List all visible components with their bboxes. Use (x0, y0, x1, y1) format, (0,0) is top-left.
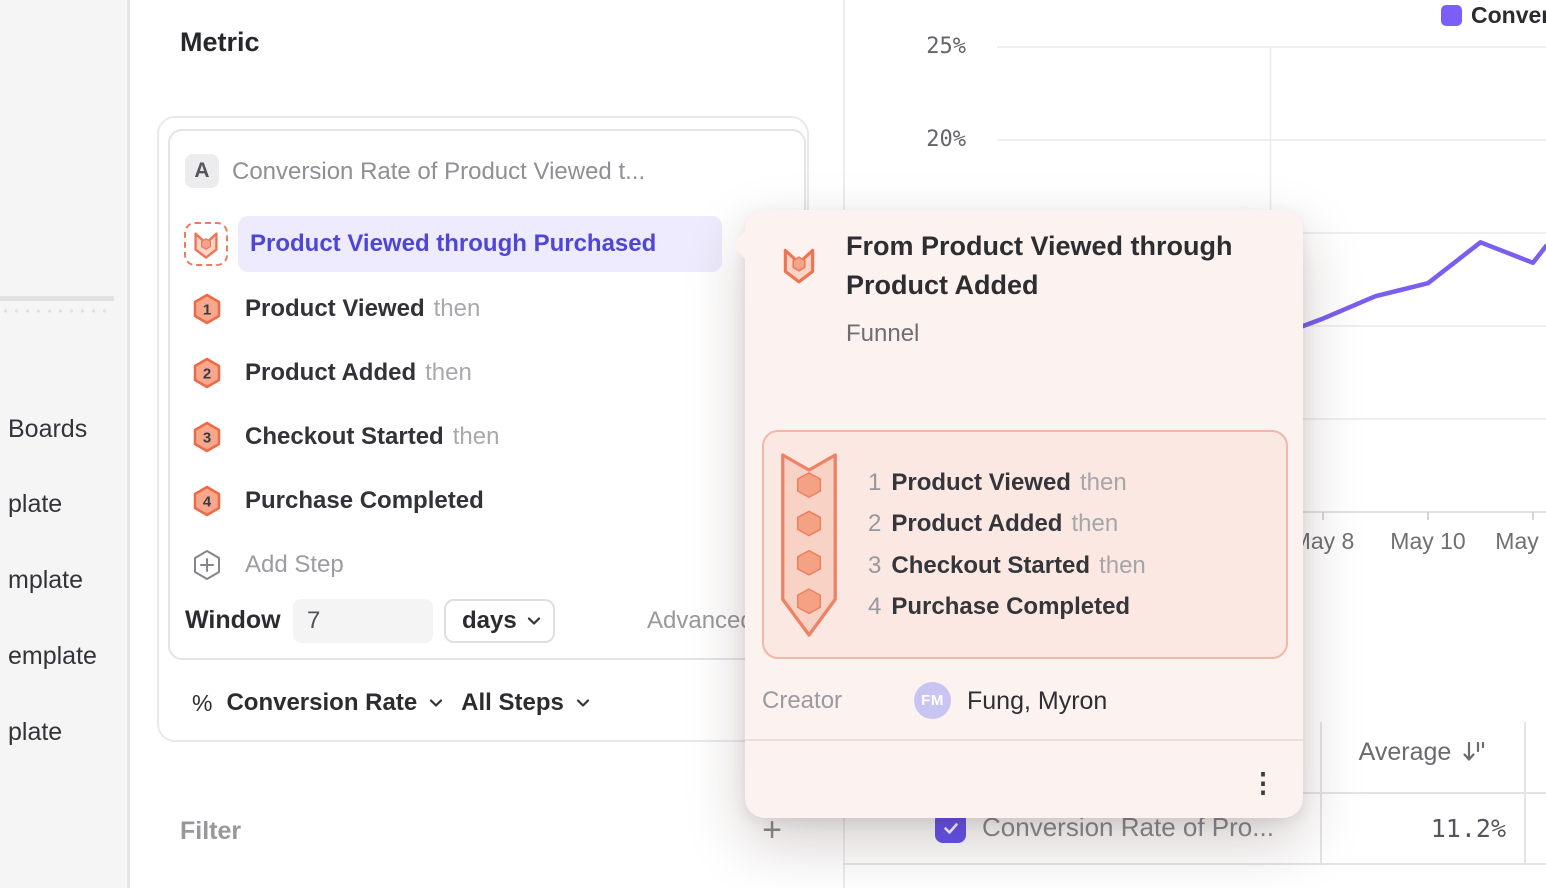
add-step-button[interactable]: Add Step (191, 549, 344, 581)
funnel-banner-icon (779, 445, 839, 650)
legend-swatch-icon (1441, 5, 1462, 26)
chevron-down-icon (429, 699, 443, 708)
sidebar-item-template-4[interactable]: plate (8, 718, 62, 747)
creator-name: Fung, Myron (967, 688, 1107, 714)
funnel-step-1[interactable]: 1 Product Viewedthen (191, 293, 480, 325)
funnel-step-4[interactable]: 4 Purchase Completed (191, 485, 484, 517)
funnel-step-2[interactable]: 2 Product Addedthen (191, 357, 472, 389)
y-axis-label-20: 20% (886, 126, 966, 154)
step-3-hexagon-icon: 3 (191, 421, 223, 453)
checkmark-icon (941, 818, 961, 838)
svg-text:3: 3 (203, 430, 211, 447)
popover-step-3: 3Checkout Startedthen (868, 551, 1146, 581)
add-step-hexagon-plus-icon (191, 549, 223, 581)
chevron-down-icon (527, 617, 541, 626)
step-2-hexagon-icon: 2 (191, 357, 223, 389)
svg-text:2: 2 (203, 366, 211, 383)
average-column-header[interactable]: Average (1330, 736, 1516, 768)
steps-scope-chevron[interactable] (576, 699, 590, 708)
funnel-shield-icon (190, 228, 222, 260)
sidebar-item-template-1[interactable]: plate (8, 490, 62, 519)
sidebar-divider (0, 296, 114, 301)
table-column-separator-left (1320, 722, 1322, 864)
app-root: { "sidebar": { "items": ["Boards", "plat… (0, 0, 1546, 888)
creator-label: Creator (762, 688, 842, 714)
chevron-down-icon (576, 699, 590, 708)
popover-type-label: Funnel (846, 320, 919, 348)
step-2-name: Product Addedthen (245, 359, 472, 387)
filter-section-heading: Filter (180, 817, 241, 846)
legend-series-label: Conver (1471, 2, 1546, 29)
percent-symbol: % (192, 690, 212, 717)
funnel-event-icon[interactable] (184, 222, 228, 266)
series-title[interactable]: Conversion Rate of Product Viewed t... (232, 157, 645, 187)
table-row-average-value: 11.2% (1380, 813, 1506, 844)
chart-legend[interactable]: Conver (1441, 2, 1546, 29)
x-axis-label: May 12 (1483, 527, 1546, 555)
average-header-label: Average (1359, 738, 1452, 767)
measurement-row: % Conversion Rate All Steps (192, 684, 608, 722)
measurement-chevron[interactable] (429, 699, 443, 708)
step-4-hexagon-icon: 4 (191, 485, 223, 517)
add-step-label: Add Step (245, 551, 344, 579)
window-label: Window (185, 606, 281, 635)
window-value-input[interactable] (293, 599, 433, 643)
steps-scope-dropdown[interactable]: All Steps (461, 689, 564, 717)
popover-step-2: 2Product Addedthen (868, 509, 1118, 539)
selected-event-label: Product Viewed through Purchased (250, 230, 656, 258)
popover-title: From Product Viewed through Product Adde… (846, 227, 1296, 305)
table-row-underline (843, 863, 1546, 865)
sidebar-item-template-2[interactable]: mplate (8, 566, 83, 595)
measurement-type-dropdown[interactable]: Conversion Rate (226, 689, 417, 717)
window-unit-value: days (462, 607, 517, 635)
popover-divider (745, 739, 1303, 741)
advanced-link[interactable]: Advanced (647, 607, 754, 635)
sidebar-item-boards[interactable]: Boards (8, 415, 87, 444)
step-4-name: Purchase Completed (245, 487, 484, 515)
sidebar-item-template-3[interactable]: emplate (8, 642, 97, 671)
left-sidebar: Boards plate mplate emplate plate (0, 0, 130, 888)
svg-text:1: 1 (203, 302, 211, 319)
series-badge: A (185, 154, 219, 188)
funnel-details-popover: From Product Viewed through Product Adde… (745, 210, 1303, 818)
popover-step-4: 4Purchase Completed (868, 592, 1130, 622)
selected-event-pill[interactable]: Product Viewed through Purchased (238, 216, 722, 272)
metric-card: A Conversion Rate of Product Viewed t...… (157, 116, 809, 742)
sidebar-dotted-texture (0, 306, 114, 316)
x-axis-label: May 10 (1378, 527, 1478, 555)
y-axis-label-25: 25% (886, 33, 966, 61)
funnel-steps-card: 1Product Viewedthen 2Product Addedthen 3… (762, 430, 1288, 659)
creator-avatar: FM (914, 682, 951, 719)
funnel-shield-icon (778, 243, 820, 290)
table-column-separator-right (1524, 722, 1526, 864)
funnel-definition-card: A Conversion Rate of Product Viewed t...… (168, 129, 806, 660)
step-1-name: Product Viewedthen (245, 295, 480, 323)
popover-step-1: 1Product Viewedthen (868, 468, 1127, 498)
svg-text:4: 4 (203, 494, 212, 511)
more-options-kebab-icon[interactable]: ⋮ (1243, 763, 1283, 803)
step-1-hexagon-icon: 1 (191, 293, 223, 325)
metric-section-heading: Metric (180, 27, 260, 58)
window-unit-select[interactable]: days (444, 599, 555, 643)
funnel-step-3[interactable]: 3 Checkout Startedthen (191, 421, 499, 453)
sort-descending-icon (1461, 739, 1487, 765)
step-3-name: Checkout Startedthen (245, 423, 499, 451)
